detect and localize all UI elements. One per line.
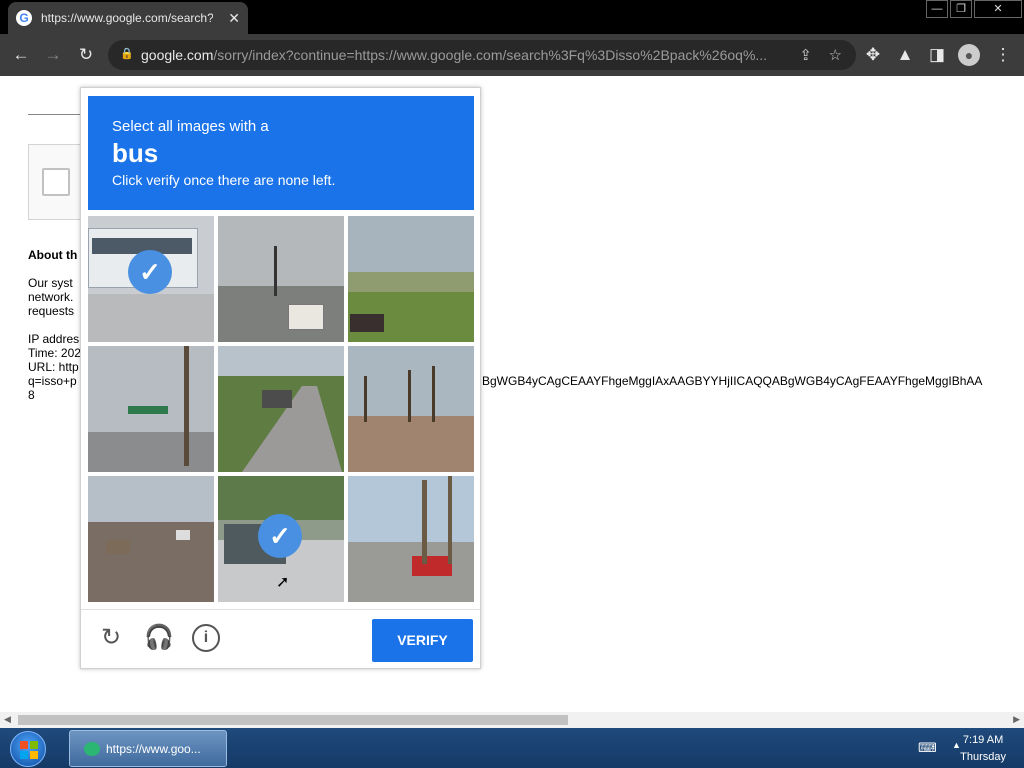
tab-close-icon[interactable]: ✕ [228, 10, 240, 27]
time-line: Time: 202 [28, 346, 81, 360]
google-favicon-icon: G [16, 10, 32, 26]
horizontal-scrollbar[interactable]: ◀ ▶ [0, 712, 1024, 728]
image-tile-7[interactable] [88, 476, 214, 602]
selected-checkmark-icon: ✓ [258, 514, 302, 558]
browser-tab-bar: G https://www.google.com/search?q= ✕ — ❐… [0, 0, 1024, 34]
reload-icon[interactable]: ↻ [75, 44, 97, 66]
side-panel-icon[interactable]: ◨ [926, 44, 948, 66]
share-icon[interactable]: ⇪ [799, 46, 812, 64]
address-bar[interactable]: 🔒 google.com/sorry/index?continue=https:… [108, 40, 856, 70]
system-tray: ⌨ ▲ 7:19 AM Thursday [884, 728, 1024, 768]
windows-logo-icon [18, 739, 40, 761]
paragraph-line: network. [28, 290, 74, 304]
reload-challenge-icon[interactable]: ↻ [97, 624, 125, 652]
challenge-keyword: bus [112, 138, 159, 168]
clock[interactable]: 7:19 AM Thursday [960, 732, 1006, 766]
url-line: URL: http [28, 360, 79, 374]
browser-tab[interactable]: G https://www.google.com/search?q= ✕ [8, 2, 248, 34]
paragraph-line: Our syst [28, 276, 73, 290]
tab-title: https://www.google.com/search?q= [41, 11, 213, 25]
selected-checkmark-icon: ✓ [128, 250, 172, 294]
image-tile-9[interactable] [348, 476, 474, 602]
extensions-puzzle-icon[interactable]: ✥ [862, 44, 884, 66]
scroll-right-arrow-icon[interactable]: ▶ [1013, 714, 1020, 725]
divider [28, 114, 80, 115]
recaptcha-checkbox-container [28, 144, 88, 220]
about-heading: About th [28, 248, 78, 262]
address-url[interactable]: google.com/sorry/index?continue=https://… [141, 47, 789, 63]
lock-icon[interactable]: 🔒 [120, 47, 134, 60]
info-icon[interactable]: i [192, 624, 220, 652]
image-tile-1[interactable]: ✓ [88, 216, 214, 342]
image-tile-5[interactable] [218, 346, 344, 472]
challenge-footer: ↻ 🎧 i VERIFY [81, 609, 480, 669]
image-tile-6[interactable] [348, 346, 474, 472]
close-window-button[interactable]: ✕ [974, 0, 1022, 18]
labs-flask-icon[interactable]: ▲ [894, 44, 916, 66]
keyboard-icon[interactable]: ⌨ [918, 740, 937, 756]
windows-taskbar: https://www.goo... ⌨ ▲ 7:19 AM Thursday [0, 728, 1024, 768]
image-tile-3[interactable] [348, 216, 474, 342]
taskbar-browser-item[interactable]: https://www.goo... [69, 730, 227, 767]
window-controls: — ❐ ✕ [924, 0, 1022, 18]
restore-button[interactable]: ❐ [950, 0, 972, 18]
verify-button[interactable]: VERIFY [372, 619, 473, 662]
taskbar-item-label: https://www.goo... [106, 742, 201, 756]
clock-day: Thursday [960, 751, 1006, 763]
menu-kebab-icon[interactable]: ⋮ [992, 44, 1014, 66]
back-arrow-icon[interactable]: ← [10, 44, 32, 66]
scrollbar-thumb[interactable] [18, 715, 568, 725]
bookmark-star-icon[interactable]: ☆ [829, 46, 842, 64]
challenge-instruction: Select all images with a [112, 118, 269, 135]
challenge-header: Select all images with a bus Click verif… [88, 96, 474, 210]
browser-toolbar: ← → ↻ 🔒 google.com/sorry/index?continue=… [0, 34, 1024, 76]
minimize-button[interactable]: — [926, 0, 948, 18]
headphones-icon[interactable]: 🎧 [144, 624, 174, 652]
profile-avatar-icon[interactable]: ● [958, 44, 980, 66]
url-end-line: 8 [28, 388, 35, 402]
clock-time: 7:19 AM [962, 734, 1004, 746]
forward-arrow-icon[interactable]: → [42, 44, 64, 66]
start-button[interactable] [10, 731, 46, 767]
ip-address-line: IP addres [28, 332, 80, 346]
paragraph-line: requests [28, 304, 75, 318]
image-tile-2[interactable] [218, 216, 344, 342]
image-grid: ✓ ✓ [88, 216, 474, 602]
browser-app-icon [84, 742, 100, 756]
url-continuation-line: q=isso+p [28, 374, 77, 388]
challenge-subtext: Click verify once there are none left. [112, 172, 336, 188]
image-tile-4[interactable] [88, 346, 214, 472]
recaptcha-checkbox[interactable] [42, 168, 70, 196]
mouse-cursor-icon: ➚ [276, 574, 290, 591]
long-url-tail: BgWGB4yCAgCEAAYFhgeMggIAxAAGBYYHjIICAQQA… [482, 374, 983, 388]
scroll-left-arrow-icon[interactable]: ◀ [4, 714, 11, 725]
